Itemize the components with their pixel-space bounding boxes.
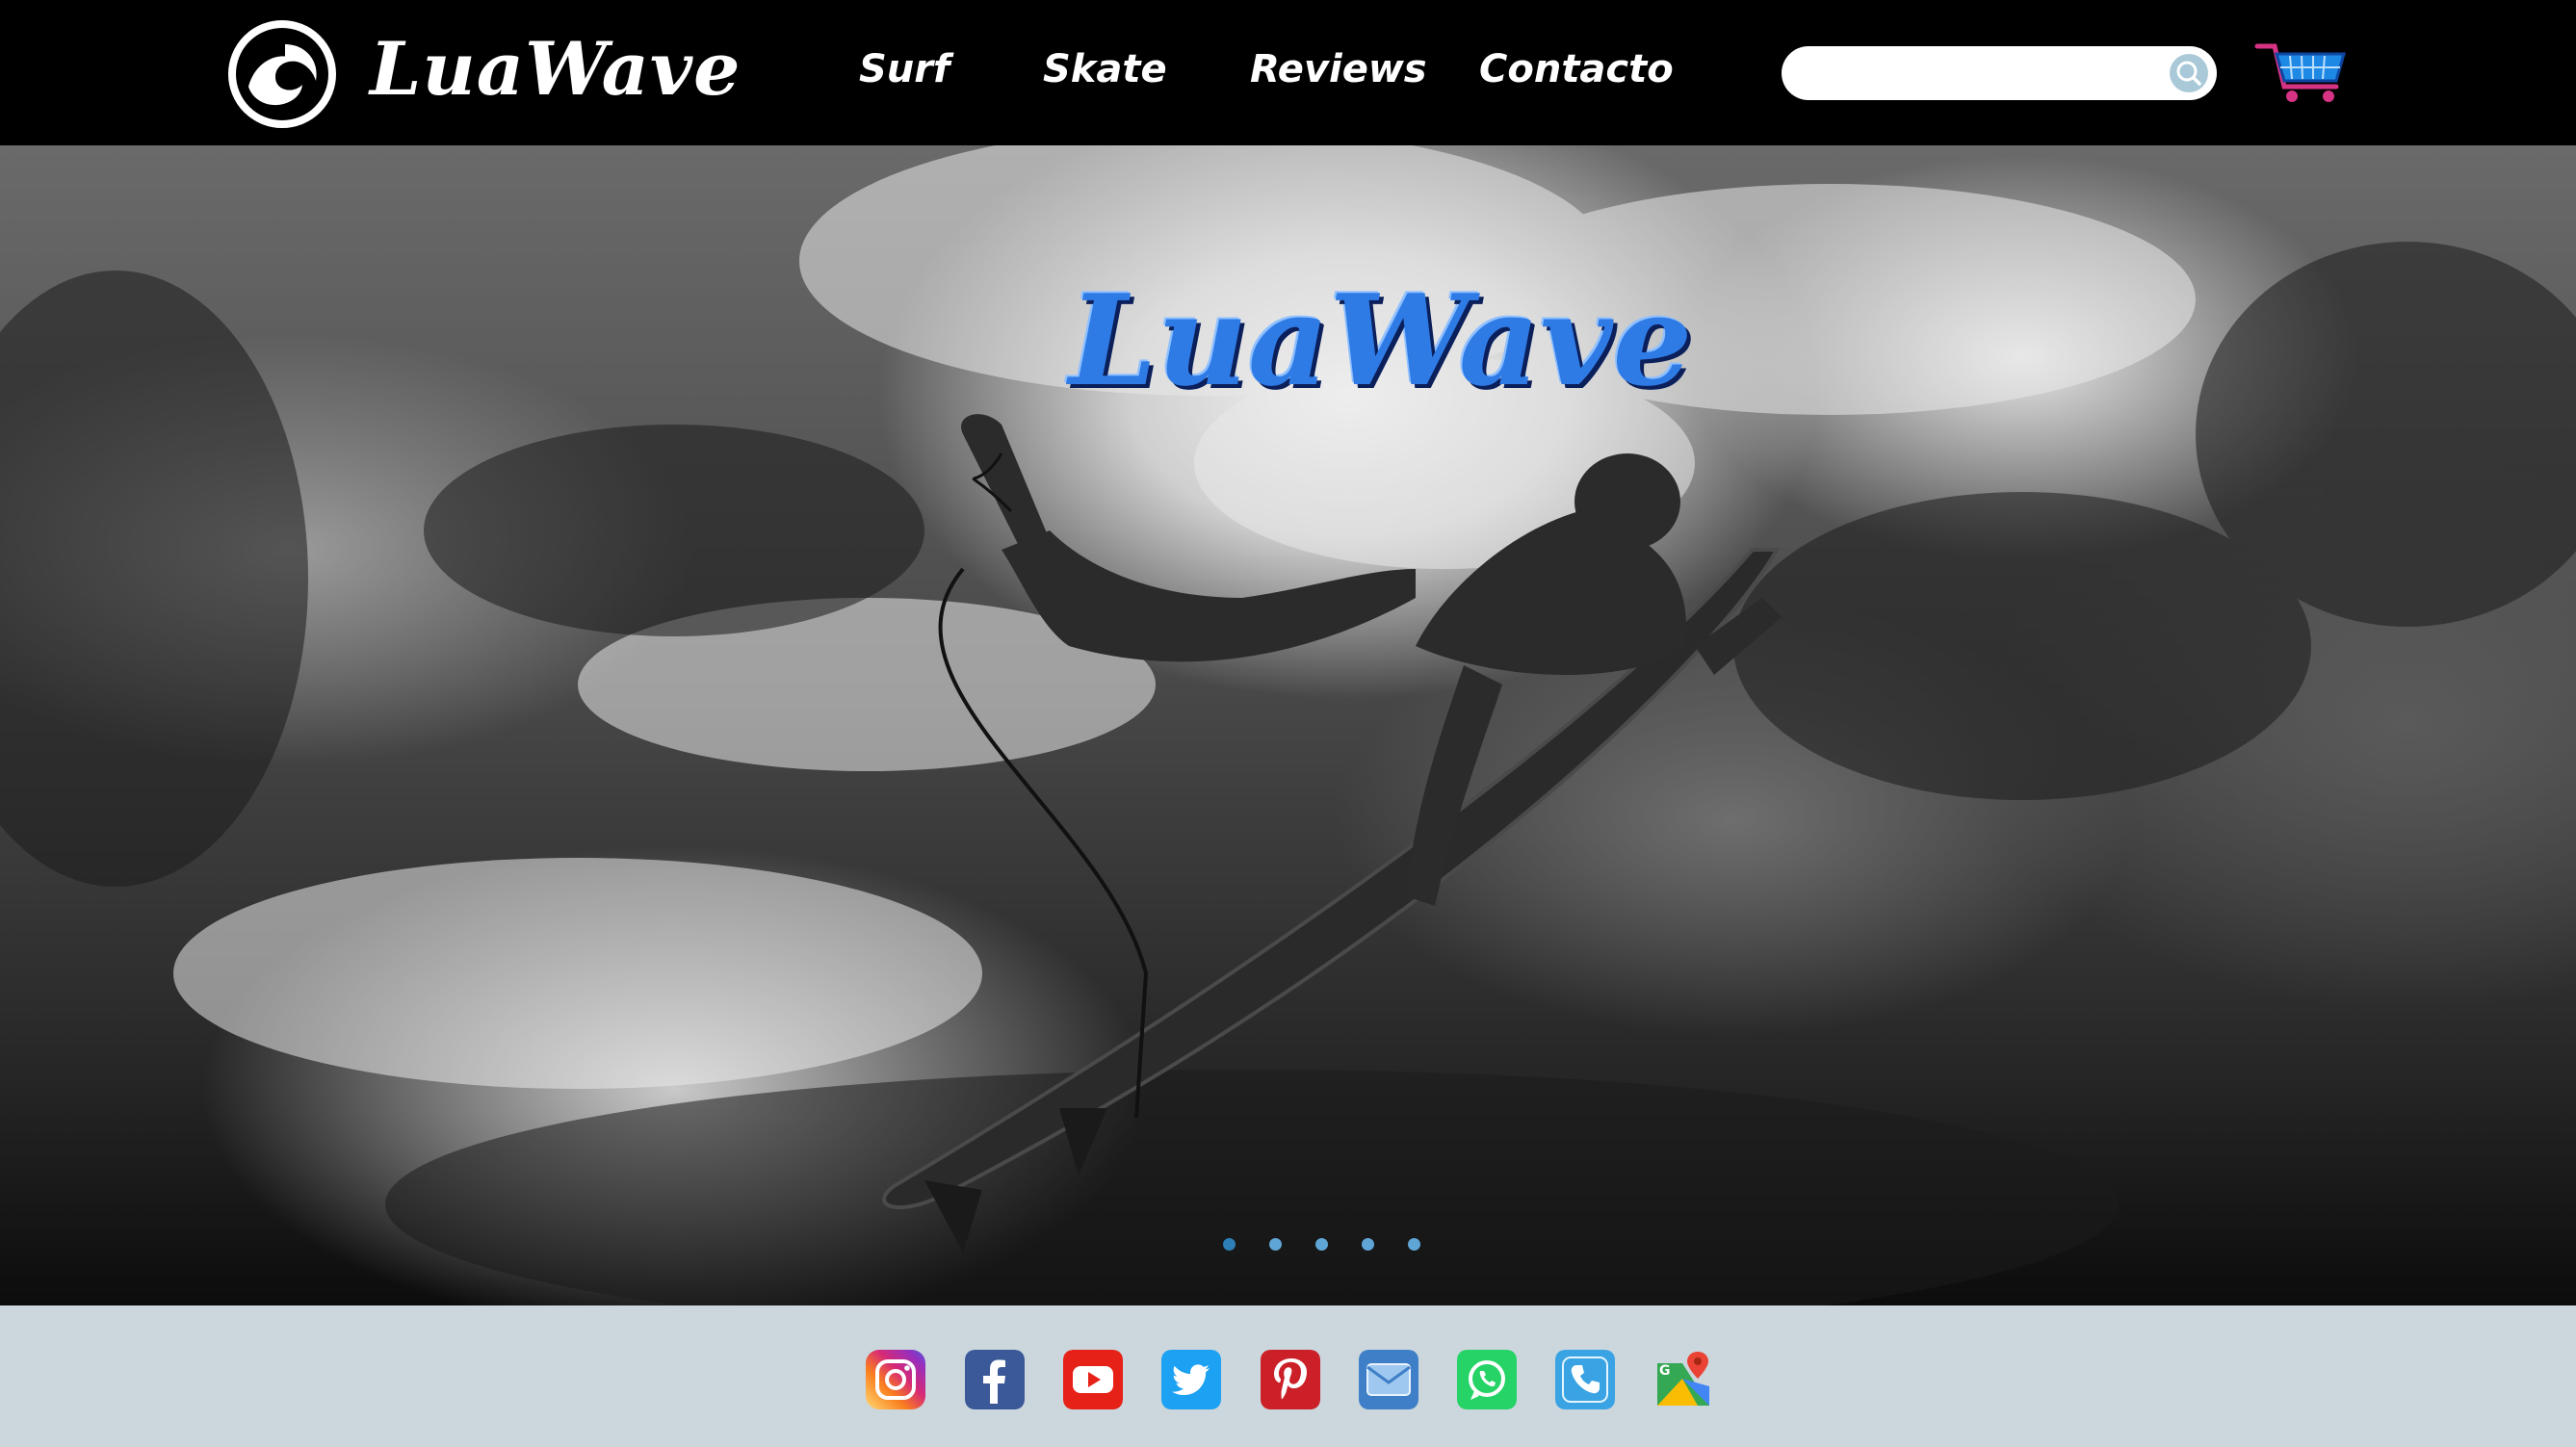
wave-logo-icon[interactable] bbox=[227, 19, 337, 129]
slide-dot-2[interactable] bbox=[1269, 1238, 1282, 1251]
slide-dot-4[interactable] bbox=[1362, 1238, 1374, 1251]
nav-item-reviews[interactable]: Reviews bbox=[1250, 39, 1427, 100]
slide-dot-3[interactable] bbox=[1315, 1238, 1328, 1251]
email-icon[interactable] bbox=[1359, 1350, 1418, 1409]
hero-slider[interactable]: LuaWave bbox=[0, 145, 2576, 1305]
nav-item-contacto[interactable]: Contacto bbox=[1479, 39, 1674, 100]
whatsapp-icon[interactable] bbox=[1457, 1350, 1517, 1409]
nav-item-surf[interactable]: Surf bbox=[859, 39, 950, 100]
svg-text:G: G bbox=[1659, 1363, 1671, 1379]
facebook-icon[interactable] bbox=[965, 1350, 1025, 1409]
brand-name[interactable]: LuaWave bbox=[370, 21, 741, 117]
header-bar: LuaWave Surf Skate Reviews Contacto bbox=[0, 0, 2576, 145]
cart-icon[interactable] bbox=[2253, 39, 2350, 108]
instagram-icon[interactable] bbox=[866, 1350, 925, 1409]
search-input[interactable] bbox=[1805, 54, 2155, 94]
search-box bbox=[1782, 46, 2217, 100]
nav-item-skate[interactable]: Skate bbox=[1043, 39, 1167, 100]
search-icon[interactable] bbox=[2169, 53, 2209, 93]
youtube-icon[interactable] bbox=[1063, 1350, 1123, 1409]
slide-dot-1[interactable] bbox=[1223, 1238, 1236, 1251]
hero-title: LuaWave bbox=[1069, 267, 1693, 414]
slide-dot-5[interactable] bbox=[1408, 1238, 1420, 1251]
twitter-icon[interactable] bbox=[1161, 1350, 1221, 1409]
google-maps-icon[interactable]: G bbox=[1653, 1350, 1713, 1409]
pinterest-icon[interactable] bbox=[1261, 1350, 1320, 1409]
phone-icon[interactable] bbox=[1555, 1350, 1615, 1409]
